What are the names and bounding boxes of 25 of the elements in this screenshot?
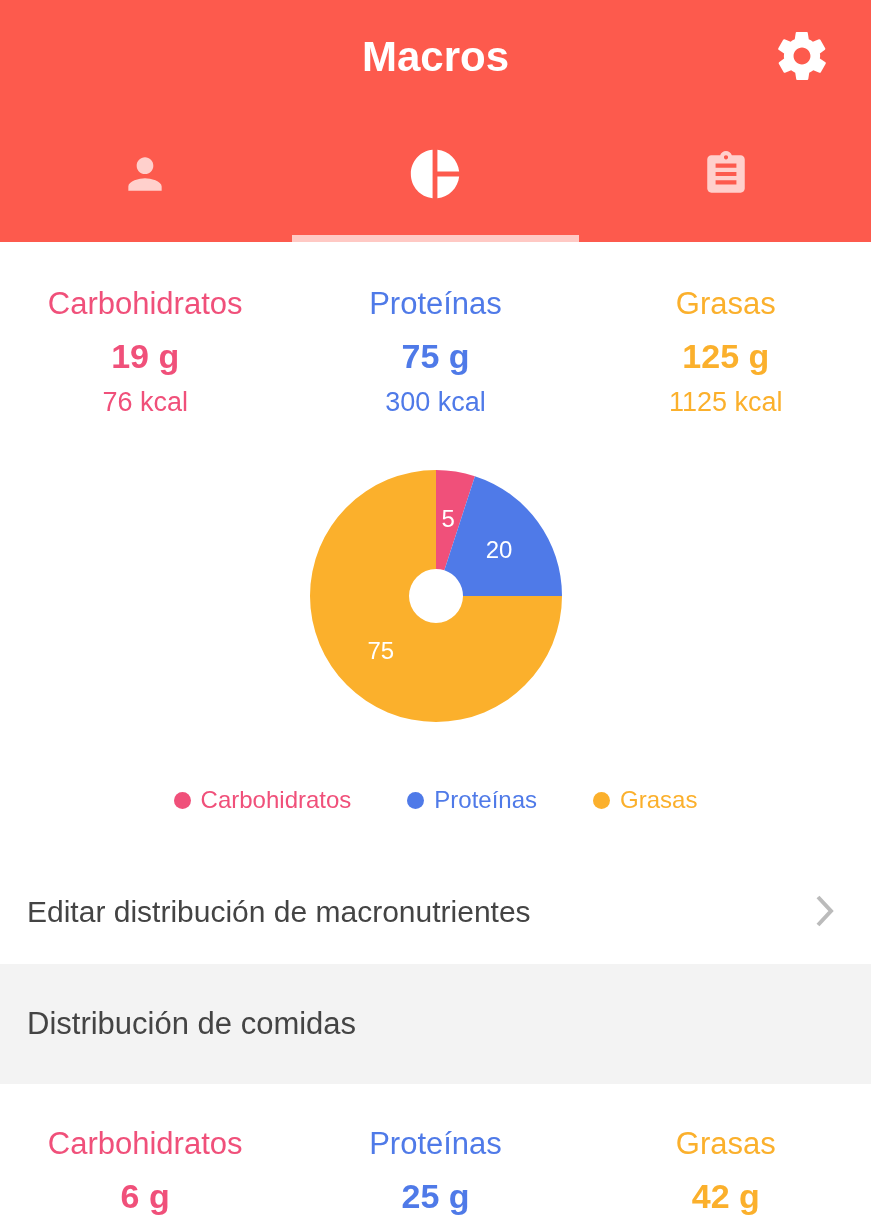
legend-label: Grasas xyxy=(620,785,698,815)
chevron-right-icon xyxy=(815,894,835,928)
macro-name: Proteínas xyxy=(369,1125,502,1163)
macro-name: Proteínas xyxy=(369,285,502,323)
slice-label: 5 xyxy=(441,504,455,532)
edit-distribution-row[interactable]: Editar distribución de macronutrientes xyxy=(0,858,871,964)
macro-name: Carbohidratos xyxy=(47,1125,243,1163)
section-title: Distribución de comidas xyxy=(27,1004,357,1043)
macro-grams: 75 g xyxy=(401,336,470,377)
legend-label: Carbohidratos xyxy=(200,785,352,815)
macro-kcal: 76 kcal xyxy=(102,386,188,419)
macro-grams: 25 g xyxy=(401,1176,470,1217)
slice-label: 75 xyxy=(367,637,394,665)
macro-name: Grasas xyxy=(675,285,776,323)
slice-label: 20 xyxy=(485,536,512,564)
macro-name: Grasas xyxy=(675,1125,776,1163)
macro-grams: 19 g xyxy=(111,336,180,377)
app-title: Macros xyxy=(361,31,510,82)
macro-grams: 125 g xyxy=(682,336,770,377)
macro-grams: 6 g xyxy=(120,1176,170,1217)
legend-label: Proteínas xyxy=(434,785,538,815)
macro-kcal: 1125 kcal xyxy=(669,386,783,419)
macro-grams: 42 g xyxy=(691,1176,760,1217)
macro-kcal: 300 kcal xyxy=(385,386,486,419)
macro-name: Carbohidratos xyxy=(47,285,243,323)
